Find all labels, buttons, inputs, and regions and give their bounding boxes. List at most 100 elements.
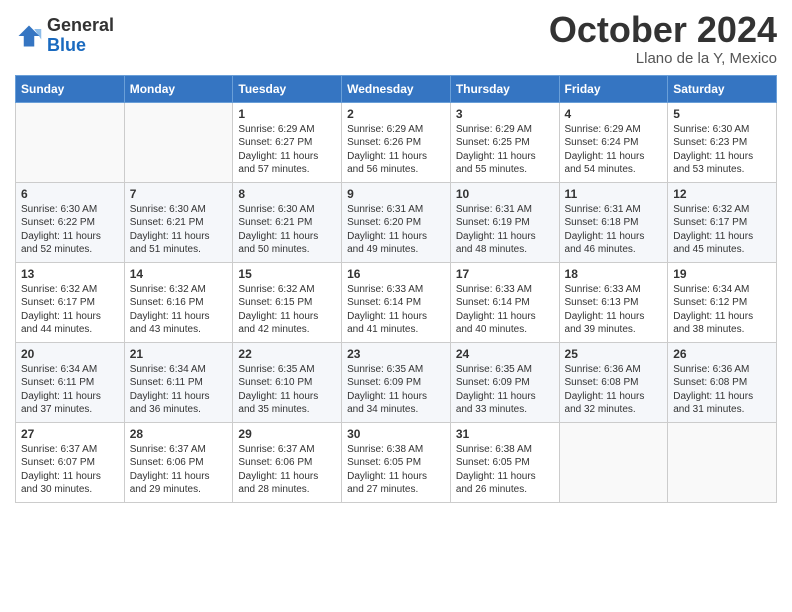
day-number: 29: [238, 427, 336, 441]
day-cell: [668, 422, 777, 502]
day-number: 5: [673, 107, 771, 121]
day-number: 8: [238, 187, 336, 201]
day-number: 31: [456, 427, 554, 441]
day-number: 9: [347, 187, 445, 201]
day-number: 1: [238, 107, 336, 121]
day-cell: 10 Sunrise: 6:31 AM Sunset: 6:19 PM Dayli…: [450, 182, 559, 262]
day-info: Sunrise: 6:35 AM Sunset: 6:09 PM Dayligh…: [347, 363, 445, 417]
day-cell: 22 Sunrise: 6:35 AM Sunset: 6:10 PM Dayli…: [233, 342, 342, 422]
day-number: 15: [238, 267, 336, 281]
day-cell: 19 Sunrise: 6:34 AM Sunset: 6:12 PM Dayli…: [668, 262, 777, 342]
day-info: Sunrise: 6:37 AM Sunset: 6:06 PM Dayligh…: [238, 443, 336, 497]
day-info: Sunrise: 6:35 AM Sunset: 6:10 PM Dayligh…: [238, 363, 336, 417]
day-cell: 25 Sunrise: 6:36 AM Sunset: 6:08 PM Dayli…: [559, 342, 668, 422]
day-number: 10: [456, 187, 554, 201]
day-cell: 21 Sunrise: 6:34 AM Sunset: 6:11 PM Dayli…: [124, 342, 233, 422]
day-info: Sunrise: 6:32 AM Sunset: 6:16 PM Dayligh…: [130, 283, 228, 337]
day-info: Sunrise: 6:29 AM Sunset: 6:24 PM Dayligh…: [565, 123, 663, 177]
day-number: 26: [673, 347, 771, 361]
day-number: 4: [565, 107, 663, 121]
day-info: Sunrise: 6:29 AM Sunset: 6:26 PM Dayligh…: [347, 123, 445, 177]
weekday-header-saturday: Saturday: [668, 75, 777, 102]
calendar-table: SundayMondayTuesdayWednesdayThursdayFrid…: [15, 75, 777, 503]
day-cell: 31 Sunrise: 6:38 AM Sunset: 6:05 PM Dayli…: [450, 422, 559, 502]
day-info: Sunrise: 6:31 AM Sunset: 6:19 PM Dayligh…: [456, 203, 554, 257]
day-cell: [124, 102, 233, 182]
day-number: 30: [347, 427, 445, 441]
day-cell: 23Sunrise: 6:35 AM Sunset: 6:09 PM Dayli…: [342, 342, 451, 422]
day-cell: 17 Sunrise: 6:33 AM Sunset: 6:14 PM Dayli…: [450, 262, 559, 342]
weekday-header-wednesday: Wednesday: [342, 75, 451, 102]
title-block: October 2024 Llano de la Y, Mexico: [549, 10, 777, 67]
day-info: Sunrise: 6:34 AM Sunset: 6:11 PM Dayligh…: [130, 363, 228, 417]
day-number: 12: [673, 187, 771, 201]
weekday-header-monday: Monday: [124, 75, 233, 102]
week-row-0: 1 Sunrise: 6:29 AM Sunset: 6:27 PM Daylig…: [16, 102, 777, 182]
day-info: Sunrise: 6:32 AM Sunset: 6:15 PM Dayligh…: [238, 283, 336, 337]
day-cell: 27Sunrise: 6:37 AM Sunset: 6:07 PM Dayli…: [16, 422, 125, 502]
day-cell: 8 Sunrise: 6:30 AM Sunset: 6:21 PM Daylig…: [233, 182, 342, 262]
day-cell: 14 Sunrise: 6:32 AM Sunset: 6:16 PM Dayli…: [124, 262, 233, 342]
day-cell: 7Sunrise: 6:30 AM Sunset: 6:21 PM Daylig…: [124, 182, 233, 262]
day-cell: 18 Sunrise: 6:33 AM Sunset: 6:13 PM Dayli…: [559, 262, 668, 342]
day-cell: 26Sunrise: 6:36 AM Sunset: 6:08 PM Dayli…: [668, 342, 777, 422]
day-info: Sunrise: 6:33 AM Sunset: 6:14 PM Dayligh…: [456, 283, 554, 337]
day-cell: 20 Sunrise: 6:34 AM Sunset: 6:11 PM Dayli…: [16, 342, 125, 422]
day-cell: 29 Sunrise: 6:37 AM Sunset: 6:06 PM Dayli…: [233, 422, 342, 502]
day-cell: 6 Sunrise: 6:30 AM Sunset: 6:22 PM Daylig…: [16, 182, 125, 262]
day-cell: 28 Sunrise: 6:37 AM Sunset: 6:06 PM Dayli…: [124, 422, 233, 502]
day-info: Sunrise: 6:30 AM Sunset: 6:22 PM Dayligh…: [21, 203, 119, 257]
week-row-4: 27Sunrise: 6:37 AM Sunset: 6:07 PM Dayli…: [16, 422, 777, 502]
weekday-header-row: SundayMondayTuesdayWednesdayThursdayFrid…: [16, 75, 777, 102]
day-number: 20: [21, 347, 119, 361]
day-number: 17: [456, 267, 554, 281]
day-info: Sunrise: 6:33 AM Sunset: 6:13 PM Dayligh…: [565, 283, 663, 337]
day-cell: 4 Sunrise: 6:29 AM Sunset: 6:24 PM Daylig…: [559, 102, 668, 182]
day-number: 21: [130, 347, 228, 361]
day-info: Sunrise: 6:31 AM Sunset: 6:20 PM Dayligh…: [347, 203, 445, 257]
day-info: Sunrise: 6:34 AM Sunset: 6:12 PM Dayligh…: [673, 283, 771, 337]
day-number: 19: [673, 267, 771, 281]
day-cell: 1 Sunrise: 6:29 AM Sunset: 6:27 PM Daylig…: [233, 102, 342, 182]
day-cell: 15 Sunrise: 6:32 AM Sunset: 6:15 PM Dayli…: [233, 262, 342, 342]
day-info: Sunrise: 6:37 AM Sunset: 6:06 PM Dayligh…: [130, 443, 228, 497]
day-number: 22: [238, 347, 336, 361]
day-cell: 3Sunrise: 6:29 AM Sunset: 6:25 PM Daylig…: [450, 102, 559, 182]
day-number: 14: [130, 267, 228, 281]
weekday-header-tuesday: Tuesday: [233, 75, 342, 102]
day-info: Sunrise: 6:38 AM Sunset: 6:05 PM Dayligh…: [347, 443, 445, 497]
day-info: Sunrise: 6:31 AM Sunset: 6:18 PM Dayligh…: [565, 203, 663, 257]
weekday-header-friday: Friday: [559, 75, 668, 102]
day-info: Sunrise: 6:30 AM Sunset: 6:21 PM Dayligh…: [238, 203, 336, 257]
day-number: 13: [21, 267, 119, 281]
day-number: 28: [130, 427, 228, 441]
day-number: 6: [21, 187, 119, 201]
day-number: 18: [565, 267, 663, 281]
day-number: 24: [456, 347, 554, 361]
day-number: 3: [456, 107, 554, 121]
header: General Blue October 2024 Llano de la Y,…: [15, 10, 777, 67]
logo-general: General: [47, 16, 114, 36]
day-cell: [559, 422, 668, 502]
day-number: 25: [565, 347, 663, 361]
day-number: 16: [347, 267, 445, 281]
day-info: Sunrise: 6:35 AM Sunset: 6:09 PM Dayligh…: [456, 363, 554, 417]
week-row-2: 13 Sunrise: 6:32 AM Sunset: 6:17 PM Dayli…: [16, 262, 777, 342]
day-info: Sunrise: 6:36 AM Sunset: 6:08 PM Dayligh…: [565, 363, 663, 417]
location: Llano de la Y, Mexico: [549, 50, 777, 67]
logo: General Blue: [15, 16, 114, 56]
logo-icon: [15, 22, 43, 50]
day-number: 2: [347, 107, 445, 121]
day-cell: [16, 102, 125, 182]
calendar-page: General Blue October 2024 Llano de la Y,…: [0, 0, 792, 518]
week-row-1: 6 Sunrise: 6:30 AM Sunset: 6:22 PM Daylig…: [16, 182, 777, 262]
day-info: Sunrise: 6:34 AM Sunset: 6:11 PM Dayligh…: [21, 363, 119, 417]
day-cell: 2 Sunrise: 6:29 AM Sunset: 6:26 PM Daylig…: [342, 102, 451, 182]
day-info: Sunrise: 6:32 AM Sunset: 6:17 PM Dayligh…: [21, 283, 119, 337]
month-title: October 2024: [549, 10, 777, 50]
logo-blue: Blue: [47, 36, 114, 56]
week-row-3: 20 Sunrise: 6:34 AM Sunset: 6:11 PM Dayli…: [16, 342, 777, 422]
day-info: Sunrise: 6:29 AM Sunset: 6:27 PM Dayligh…: [238, 123, 336, 177]
day-info: Sunrise: 6:38 AM Sunset: 6:05 PM Dayligh…: [456, 443, 554, 497]
day-cell: 13 Sunrise: 6:32 AM Sunset: 6:17 PM Dayli…: [16, 262, 125, 342]
